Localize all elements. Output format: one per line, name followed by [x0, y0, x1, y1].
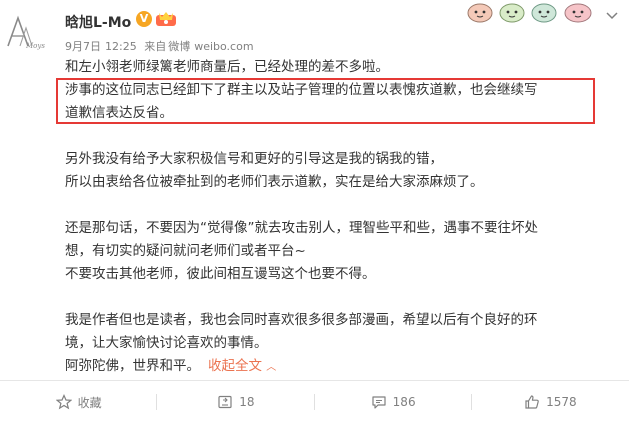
post-source-domain[interactable]: weibo.com: [194, 40, 253, 53]
post-line: 境，让大家愉快讨论喜欢的事情。: [65, 335, 268, 351]
favorite-label[interactable]: 收藏: [78, 394, 102, 411]
cartoon-sticker-icons: [466, 0, 606, 24]
repost-button[interactable]: 18: [157, 381, 315, 423]
post-line: 还是那句话，不要因为“觉得像”就去攻击别人，理智些平和些，遇事不要往坏处: [65, 220, 538, 236]
repost-icon: [218, 395, 232, 409]
favorite-button[interactable]: 收藏: [0, 381, 158, 423]
post-line-text: 阿弥陀佛，世界和平。: [65, 358, 200, 374]
post-source[interactable]: 微博: [168, 40, 190, 53]
like-count[interactable]: 1578: [546, 395, 577, 409]
like-button[interactable]: 1578: [472, 381, 629, 423]
post-source-prefix: 来自: [144, 40, 167, 53]
repost-count[interactable]: 18: [239, 395, 254, 409]
vip-badge-icon[interactable]: V: [136, 11, 152, 27]
red-highlight-box: [56, 78, 595, 124]
member-crown-badge-icon[interactable]: [155, 11, 177, 27]
avatar[interactable]: Moys: [4, 12, 48, 50]
chevron-down-icon[interactable]: [606, 6, 618, 20]
comment-button[interactable]: 186: [315, 381, 472, 423]
post-line: 不要攻击其他老师，彼此间相互谩骂这个也要不得。: [65, 266, 376, 282]
comment-count[interactable]: 186: [393, 395, 416, 409]
star-icon: [55, 394, 72, 410]
post-date[interactable]: 9月7日: [65, 40, 101, 53]
collapse-label[interactable]: 收起全文: [208, 358, 262, 374]
svg-text:Moys: Moys: [25, 42, 45, 50]
thumbs-up-icon: [525, 395, 539, 409]
post-line: 所以由衷给各位被牵扯到的老师们表示道歉，实在是给大家添麻烦了。: [65, 174, 484, 190]
post-meta: 9月7日 12:25 来自 微博 weibo.com: [65, 38, 258, 54]
action-bar: 收藏 18 186 1578: [0, 381, 629, 423]
post-line: 想，有切实的疑问就问老师们或者平台~: [65, 243, 306, 259]
post-line: 我是作者但也是读者，我也会同时喜欢很多很多部漫画，希望以后有个良好的环: [65, 312, 538, 328]
post-time[interactable]: 12:25: [105, 40, 137, 53]
post-line-last: 阿弥陀佛，世界和平。 收起全文 ︿: [65, 355, 605, 379]
collapse-full-text-link[interactable]: 收起全文 ︿: [208, 358, 276, 374]
comment-icon: [372, 396, 386, 409]
author-name[interactable]: 晗旭L-Mo: [65, 12, 131, 32]
post-line: 和左小翎老师绿篱老师商量后，已经处理的差不多啦。: [65, 59, 389, 75]
post-line: 另外我没有给予大家积极信号和更好的引导这是我的锅我的错，: [65, 151, 443, 167]
chevron-up-icon[interactable]: ︿: [266, 362, 276, 373]
